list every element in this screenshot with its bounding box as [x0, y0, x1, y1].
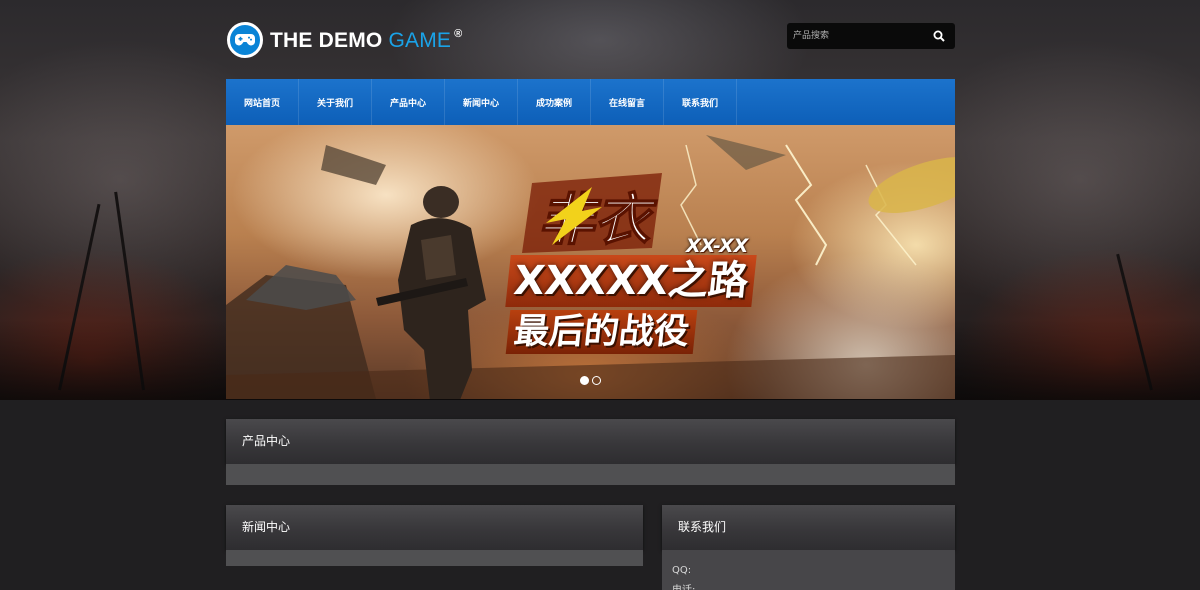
- slider-dot-1[interactable]: [580, 376, 589, 385]
- search-input[interactable]: [787, 23, 923, 49]
- nav-item-products[interactable]: 产品中心: [372, 79, 445, 125]
- slider-dots: [580, 376, 604, 385]
- gamepad-icon: [227, 22, 263, 58]
- contact-section-title: 联系我们: [678, 520, 727, 534]
- banner-title-art: 非衣 XX-XX XXXXX之路 最后的战役: [505, 173, 806, 363]
- site-title-main: THE DEMO: [270, 28, 383, 52]
- nav-item-about[interactable]: 关于我们: [299, 79, 372, 125]
- search-icon: [933, 30, 945, 42]
- hero-banner[interactable]: 非衣 XX-XX XXXXX之路 最后的战役: [226, 125, 955, 399]
- soldier-figure: [376, 186, 486, 399]
- nav-item-contact[interactable]: 联系我们: [664, 79, 737, 125]
- main-nav: 网站首页 关于我们 产品中心 新闻中心 成功案例 在线留言 联系我们: [226, 79, 955, 125]
- nav-item-messages[interactable]: 在线留言: [591, 79, 664, 125]
- news-section-title: 新闻中心: [242, 520, 291, 534]
- banner-subtitle: XX-XX: [686, 235, 749, 257]
- news-section-body: [226, 550, 643, 566]
- contact-section-header: 联系我们: [662, 505, 955, 550]
- contact-section-body: QQ: 电话:: [662, 550, 955, 590]
- nav-item-news[interactable]: 新闻中心: [445, 79, 518, 125]
- products-section-title: 产品中心: [242, 434, 291, 448]
- registered-mark: ®: [454, 27, 463, 40]
- products-section-header: 产品中心: [226, 419, 955, 464]
- banner-headline: XXXXX之路: [505, 255, 757, 307]
- banner-tagline: 最后的战役: [505, 310, 698, 354]
- news-section-header: 新闻中心: [226, 505, 643, 550]
- slider-dot-2[interactable]: [592, 376, 601, 385]
- products-section-body: [226, 464, 955, 485]
- contact-qq: QQ:: [672, 565, 692, 576]
- site-title: THE DEMO GAME ®: [270, 28, 462, 53]
- search-box: [787, 23, 955, 49]
- nav-item-home[interactable]: 网站首页: [226, 79, 299, 125]
- contact-phone: 电话:: [672, 582, 945, 590]
- site-logo[interactable]: THE DEMO GAME ®: [227, 22, 462, 58]
- site-title-accent: GAME: [388, 28, 452, 52]
- nav-item-cases[interactable]: 成功案例: [518, 79, 591, 125]
- banner-badge-art: 非衣: [522, 173, 662, 253]
- search-button[interactable]: [923, 23, 955, 49]
